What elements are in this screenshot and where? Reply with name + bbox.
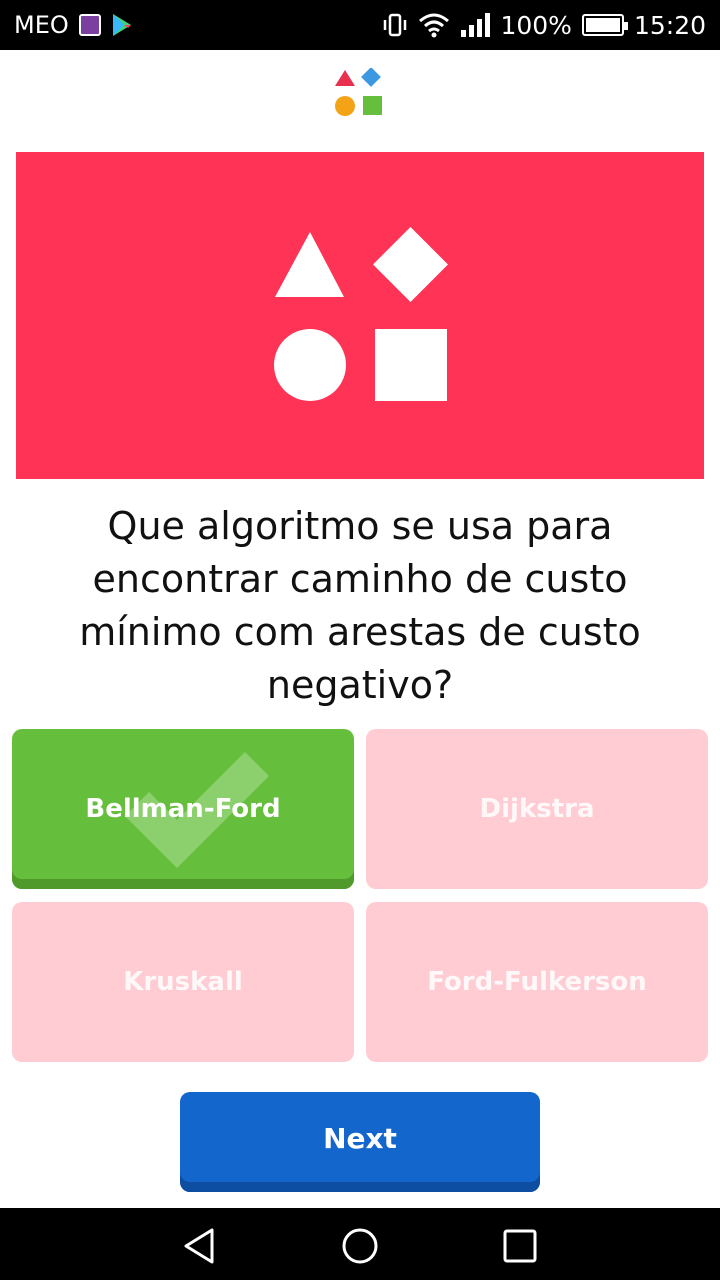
answer-option[interactable]: Kruskall bbox=[12, 902, 354, 1062]
answer-option[interactable]: Ford-Fulkerson bbox=[366, 902, 708, 1062]
answer-label: Ford-Fulkerson bbox=[427, 967, 647, 997]
question-banner bbox=[16, 152, 704, 479]
navigation-bar bbox=[0, 1208, 720, 1280]
battery-icon bbox=[581, 14, 628, 36]
play-store-icon bbox=[112, 14, 131, 36]
gallery-notification-icon bbox=[78, 14, 101, 36]
carrier-label: MEO bbox=[14, 11, 69, 39]
square-icon bbox=[375, 329, 447, 401]
answer-option[interactable]: Dijkstra bbox=[366, 729, 708, 889]
question-text: Que algoritmo se usa para encontrar cami… bbox=[79, 504, 641, 707]
answer-label: Dijkstra bbox=[479, 794, 595, 824]
next-button[interactable]: Next bbox=[180, 1092, 540, 1192]
signal-icon bbox=[461, 13, 491, 37]
status-bar: MEO 100% 15:20 bbox=[0, 0, 720, 50]
triangle-icon bbox=[275, 232, 344, 297]
app-logo-icon bbox=[335, 68, 382, 116]
diamond-icon bbox=[373, 227, 448, 302]
answer-option-correct[interactable]: Bellman-Ford bbox=[12, 729, 354, 889]
battery-percent: 100% bbox=[500, 10, 572, 40]
back-icon[interactable] bbox=[180, 1226, 220, 1266]
answer-label: Kruskall bbox=[123, 967, 243, 997]
clock: 15:20 bbox=[633, 10, 706, 40]
answer-label: Bellman-Ford bbox=[85, 794, 281, 824]
circle-icon bbox=[274, 329, 346, 401]
wifi-icon bbox=[419, 13, 450, 38]
recents-icon[interactable] bbox=[502, 1226, 538, 1266]
vibrate-icon bbox=[384, 13, 407, 37]
home-icon[interactable] bbox=[340, 1226, 380, 1266]
